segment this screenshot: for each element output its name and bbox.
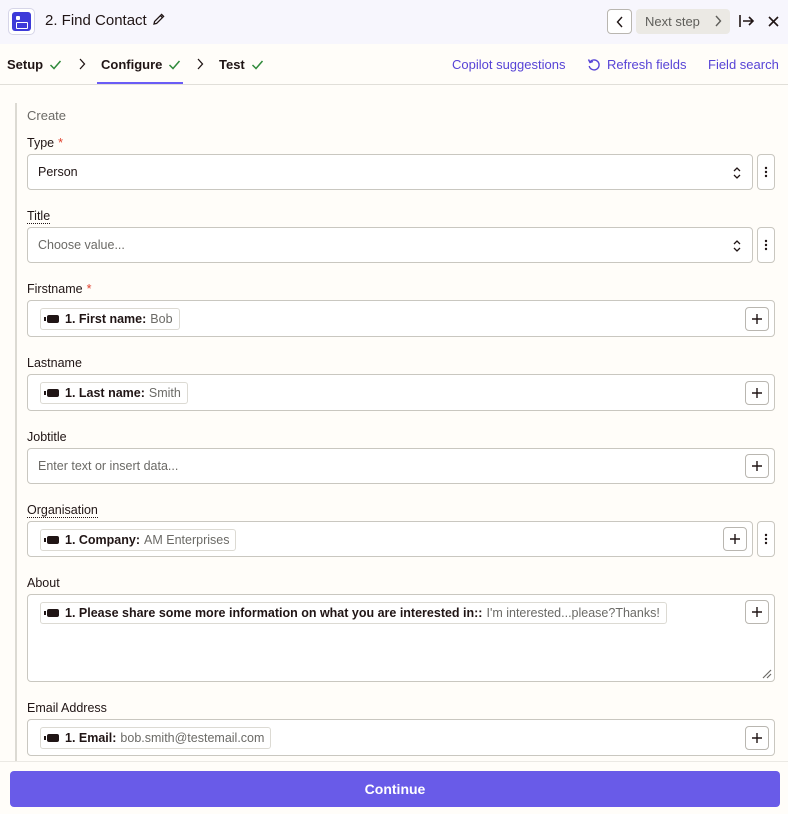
select-chevrons-icon bbox=[733, 240, 741, 252]
refresh-icon bbox=[587, 58, 600, 71]
check-icon bbox=[50, 60, 62, 70]
section-title: Create bbox=[27, 108, 67, 123]
type-select[interactable]: Person bbox=[27, 154, 753, 190]
type-options-button[interactable] bbox=[757, 154, 775, 190]
pill-key: 1. Please share some more information on… bbox=[65, 606, 483, 620]
step-title[interactable]: 2. Find Contact bbox=[45, 12, 147, 29]
field-search-link[interactable]: Field search bbox=[708, 57, 779, 72]
chevron-right-icon bbox=[197, 58, 204, 70]
organisation-label: Organisation bbox=[27, 503, 98, 518]
pill-value: AM Enterprises bbox=[144, 533, 230, 547]
app-mini-icon bbox=[44, 389, 59, 397]
next-step-label: Next step bbox=[645, 14, 700, 29]
organisation-options-button[interactable] bbox=[757, 521, 775, 557]
jobtitle-placeholder: Enter text or insert data... bbox=[38, 459, 179, 473]
email-label: Email Address bbox=[27, 701, 107, 715]
tab-setup[interactable]: Setup bbox=[7, 57, 62, 72]
chevron-left-icon bbox=[616, 16, 623, 27]
expand-panel-icon[interactable] bbox=[738, 12, 756, 30]
data-pill[interactable]: 1. First name: Bob bbox=[40, 308, 180, 330]
app-icon bbox=[8, 8, 35, 35]
insert-data-button[interactable] bbox=[745, 381, 769, 405]
insert-data-button[interactable] bbox=[745, 454, 769, 478]
copilot-suggestions-link[interactable]: Copilot suggestions bbox=[452, 57, 565, 72]
active-tab-indicator bbox=[97, 82, 183, 84]
insert-data-button[interactable] bbox=[745, 307, 769, 331]
firstname-label: Firstname * bbox=[27, 282, 92, 296]
chevron-right-icon bbox=[79, 58, 86, 70]
title-options-button[interactable] bbox=[757, 227, 775, 263]
tab-label: Configure bbox=[101, 57, 163, 72]
step-header: 2. Find Contact Next step bbox=[0, 0, 788, 44]
more-vertical-icon bbox=[764, 166, 768, 178]
configure-form: Create Type * Person Title Choose value..… bbox=[0, 85, 788, 761]
organisation-field[interactable]: 1. Company: AM Enterprises bbox=[27, 521, 753, 557]
footer: Continue bbox=[0, 761, 788, 814]
pencil-icon[interactable] bbox=[152, 12, 166, 26]
continue-button[interactable]: Continue bbox=[10, 771, 780, 807]
pill-key: 1. Email: bbox=[65, 731, 117, 745]
field-search-label: Field search bbox=[708, 57, 779, 72]
plus-icon bbox=[752, 461, 762, 471]
section-rule bbox=[15, 103, 17, 761]
title-placeholder: Choose value... bbox=[38, 238, 125, 252]
email-field[interactable]: 1. Email: bob.smith@testemail.com bbox=[27, 719, 775, 756]
refresh-fields-button[interactable]: Refresh fields bbox=[587, 57, 686, 72]
title-label: Title bbox=[27, 209, 51, 224]
data-pill[interactable]: 1. Please share some more information on… bbox=[40, 602, 667, 624]
lastname-field[interactable]: 1. Last name: Smith bbox=[27, 374, 775, 411]
previous-step-button[interactable] bbox=[607, 9, 632, 34]
more-vertical-icon bbox=[764, 533, 768, 545]
insert-data-button[interactable] bbox=[745, 600, 769, 624]
plus-icon bbox=[730, 534, 740, 544]
pill-value: Bob bbox=[150, 312, 173, 326]
next-step-button[interactable]: Next step bbox=[636, 9, 730, 34]
pill-key: 1. Company: bbox=[65, 533, 141, 547]
tab-test[interactable]: Test bbox=[219, 57, 264, 72]
required-marker: * bbox=[86, 282, 92, 296]
step-tabs: Setup Configure Test Copilot suggestions… bbox=[0, 44, 788, 85]
check-icon bbox=[169, 60, 181, 70]
refresh-fields-label: Refresh fields bbox=[607, 57, 687, 72]
pill-key: 1. First name: bbox=[65, 312, 147, 326]
plus-icon bbox=[752, 733, 762, 743]
resize-handle-icon[interactable] bbox=[760, 667, 772, 679]
jobtitle-field[interactable]: Enter text or insert data... bbox=[27, 448, 775, 484]
lastname-label: Lastname bbox=[27, 356, 82, 370]
select-chevrons-icon bbox=[733, 167, 741, 179]
insert-data-button[interactable] bbox=[723, 527, 747, 551]
type-label: Type * bbox=[27, 136, 63, 150]
data-pill[interactable]: 1. Email: bob.smith@testemail.com bbox=[40, 727, 272, 749]
app-mini-icon bbox=[44, 734, 59, 742]
tab-label: Setup bbox=[7, 57, 44, 72]
pill-value: Smith bbox=[148, 386, 181, 400]
check-icon bbox=[251, 60, 263, 70]
plus-icon bbox=[752, 388, 762, 398]
plus-icon bbox=[752, 607, 762, 617]
app-mini-icon bbox=[44, 315, 59, 323]
pill-key: 1. Last name: bbox=[65, 386, 145, 400]
app-mini-icon bbox=[44, 536, 59, 544]
plus-icon bbox=[752, 314, 762, 324]
close-icon[interactable] bbox=[766, 12, 782, 30]
title-select[interactable]: Choose value... bbox=[27, 227, 753, 263]
data-pill[interactable]: 1. Company: AM Enterprises bbox=[40, 529, 237, 551]
data-pill[interactable]: 1. Last name: Smith bbox=[40, 382, 188, 404]
copilot-suggestions-label: Copilot suggestions bbox=[452, 57, 566, 72]
pill-value: bob.smith@testemail.com bbox=[120, 731, 265, 745]
insert-data-button[interactable] bbox=[745, 726, 769, 750]
more-vertical-icon bbox=[764, 239, 768, 251]
about-label: About bbox=[27, 576, 60, 590]
tab-configure[interactable]: Configure bbox=[101, 57, 181, 72]
required-marker: * bbox=[58, 136, 63, 150]
tab-label: Test bbox=[219, 57, 245, 72]
chevron-right-icon bbox=[715, 15, 722, 27]
type-value: Person bbox=[38, 165, 78, 179]
jobtitle-label: Jobtitle bbox=[27, 430, 67, 444]
pill-value: I'm interested...please?Thanks! bbox=[486, 606, 660, 620]
firstname-field[interactable]: 1. First name: Bob bbox=[27, 300, 775, 337]
app-mini-icon bbox=[44, 609, 59, 617]
about-textarea[interactable]: 1. Please share some more information on… bbox=[27, 594, 775, 682]
